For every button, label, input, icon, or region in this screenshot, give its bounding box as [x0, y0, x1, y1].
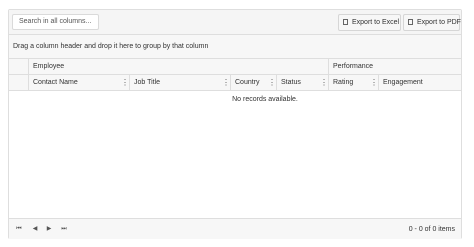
header-column-row: Contact Name ⋮ Job Title ⋮ Country ⋮ Sta… — [9, 75, 461, 91]
export-excel-label: Export to Excel — [352, 19, 400, 26]
data-grid: Search in all columns... Export to Excel… — [8, 9, 462, 239]
prev-page-icon[interactable]: ◀ — [31, 225, 39, 233]
column-header-rating[interactable]: Rating ⋮ — [328, 75, 378, 90]
column-header-country[interactable]: Country ⋮ — [230, 75, 276, 90]
header-spacer — [9, 59, 28, 74]
file-excel-icon — [343, 19, 348, 25]
column-menu-icon[interactable]: ⋮ — [370, 78, 378, 88]
export-pdf-button[interactable]: Export to PDF — [403, 14, 461, 31]
column-label: Job Title — [134, 79, 161, 86]
column-menu-icon[interactable]: ⋮ — [268, 78, 276, 88]
column-menu-icon[interactable]: ⋮ — [320, 78, 328, 88]
column-header-status[interactable]: Status ⋮ — [276, 75, 328, 90]
next-page-icon[interactable]: ▶ — [45, 225, 53, 233]
export-excel-button[interactable]: Export to Excel — [338, 14, 401, 31]
search-input[interactable]: Search in all columns... — [12, 14, 99, 30]
grid-toolbar: Search in all columns... Export to Excel… — [9, 10, 461, 35]
pager-info: 0 - 0 of 0 items — [408, 226, 455, 233]
column-menu-icon[interactable]: ⋮ — [121, 78, 129, 88]
export-pdf-label: Export to PDF — [417, 19, 461, 26]
band-performance[interactable]: Performance — [328, 59, 463, 74]
pager: ⏮ ◀ ▶ ⏭ 0 - 0 of 0 items — [9, 218, 461, 239]
column-label: Engagement — [383, 79, 423, 86]
file-pdf-icon — [408, 19, 413, 25]
column-label: Rating — [333, 79, 354, 86]
column-header-engagement[interactable]: Engagement — [378, 75, 463, 90]
first-page-icon[interactable]: ⏮ — [15, 225, 23, 233]
no-records-message: No records available. — [232, 96, 298, 103]
column-menu-icon[interactable]: ⋮ — [222, 78, 230, 88]
header-spacer — [9, 75, 28, 90]
column-label: Country — [235, 79, 260, 86]
header-band-row: Employee Performance — [9, 59, 461, 75]
last-page-icon[interactable]: ⏭ — [60, 225, 68, 233]
column-label: Contact Name — [33, 79, 78, 86]
band-employee[interactable]: Employee — [28, 59, 328, 74]
column-header-job-title[interactable]: Job Title ⋮ — [129, 75, 230, 90]
group-panel[interactable]: Drag a column header and drop it here to… — [9, 35, 461, 59]
column-header-contact-name[interactable]: Contact Name ⋮ — [28, 75, 129, 90]
column-label: Status — [281, 79, 301, 86]
